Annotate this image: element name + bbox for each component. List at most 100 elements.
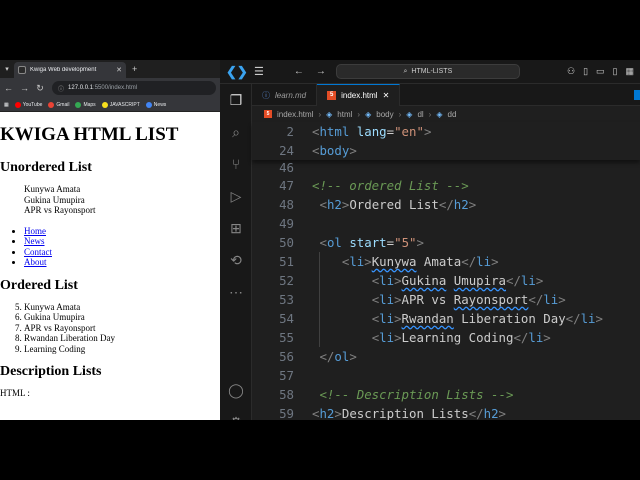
apps-icon[interactable]: ▦ [4,102,9,108]
run-debug-icon[interactable]: ▷ [220,180,252,212]
forward-icon[interactable]: → [20,83,29,93]
toggle-sidebar-icon[interactable]: ▯ [583,66,588,77]
bookmark-label: Maps [83,101,96,108]
link-contact[interactable]: Contact [24,247,52,257]
code-line[interactable]: <h2>Description Lists</h2> [312,406,506,420]
browser-tab-title: Kwiga Web development [30,67,97,73]
gmail-icon [48,101,55,108]
youtube-icon [14,101,21,108]
list-item: Gukina Umupira [24,194,85,205]
breadcrumb-item[interactable]: dl [417,110,423,119]
vscode-logo-icon: ❮❯ [226,63,248,79]
tab-index-html[interactable]: 5 index.html ✕ [317,84,401,106]
search-icon[interactable]: ⌕ [220,116,252,148]
link-about[interactable]: About [24,257,47,267]
tab-search-icon[interactable]: ▾ [0,65,14,73]
more-icon[interactable]: ⋯ [220,276,252,308]
bookmark-youtube[interactable]: YouTube [14,101,42,108]
breadcrumb-item[interactable]: body [376,110,393,119]
description-heading: Description Lists [0,364,102,379]
menu-icon[interactable]: ☰ [254,65,264,78]
favicon-icon [18,66,26,74]
customize-layout-icon[interactable]: ▦ [625,66,634,77]
tab-learn-md[interactable]: ⓘ learn.md [252,84,318,106]
link-news[interactable]: News [24,236,45,246]
bookmark-label: Gmail [56,101,70,108]
bookmark-news[interactable]: News [145,101,166,108]
search-icon: ⌕ [403,67,408,75]
url-host: 127.0.0.1 [68,85,94,91]
forward-icon[interactable]: → [316,66,326,77]
line-number: 50 [279,235,294,250]
code-line[interactable]: <ol start="5"> [312,235,424,250]
address-bar[interactable]: ⓘ 127.0.0.1 :5500/index.html [52,81,216,95]
bookmarks-bar: ▦ YouTube Gmail Maps JAVASCRIPT News [0,98,220,112]
line-number: 59 [279,406,294,420]
reload-icon[interactable]: ↻ [36,83,44,94]
bookmark-javascript[interactable]: JAVASCRIPT [101,101,140,108]
toggle-secondary-sidebar-icon[interactable]: ▯ [613,66,618,77]
activity-bar: ❐ ⌕ ⑂ ▷ ⊞ ⟲ ⋯ ◯ ⚙ [220,84,252,420]
extensions-icon[interactable]: ⊞ [220,212,252,244]
list-item: About [24,257,220,268]
account-icon[interactable]: ◯ [220,374,252,406]
link-list: Home News Contact About [0,226,220,268]
toggle-panel-icon[interactable]: ▭ [596,66,605,77]
copilot-icon[interactable]: ⚇ [567,66,575,77]
close-tab-icon[interactable]: ✕ [383,91,390,100]
code-line[interactable]: <li>APR vs Rayonsport</li> [312,292,566,307]
code-line[interactable]: <li>Kunywa Amata</li> [312,254,499,269]
site-info-icon[interactable]: ⓘ [58,84,64,93]
settings-gear-icon[interactable]: ⚙ [220,406,252,420]
breadcrumb-item[interactable]: dd [448,110,457,119]
command-center-search[interactable]: ⌕ HTML-LISTS [335,64,520,79]
line-number: 52 [279,273,294,288]
remote-explorer-icon[interactable]: ⟲ [220,244,252,276]
vscode-window: ❮❯ ☰ ← → ⌕ HTML-LISTS ⚇ ▯ ▭ ▯ ▦ ❐ ⌕ ⑂ ▷ … [220,60,640,420]
code-line[interactable]: <!-- ordered List --> [312,178,469,193]
breadcrumb-item[interactable]: index.html [277,110,313,119]
bookmark-label: JAVASCRIPT [109,101,140,108]
list-item: Rwandan Liberation Day [24,333,220,344]
code-line[interactable]: <h2>Ordered List</h2> [312,197,476,212]
breadcrumb-item[interactable]: html [337,110,352,119]
new-tab-button[interactable]: + [132,64,137,74]
list-item: Kunywa Amata [24,184,81,194]
code-line[interactable]: </ol> [312,349,356,364]
browser-tab[interactable]: Kwiga Web development ✕ [14,62,126,78]
back-icon[interactable]: ← [4,83,13,93]
indent-guide [319,252,320,347]
page-title: KWIGA HTML LIST [0,124,179,145]
code-line[interactable]: <li>Gukina Umupira</li> [312,273,544,288]
bookmark-maps[interactable]: Maps [75,101,96,108]
link-home[interactable]: Home [24,226,46,236]
list-item: Learning Coding [24,344,220,355]
list-item: APR vs Rayonsport [24,323,220,334]
sticky-scroll[interactable]: 2 <html lang="en"> 24 <body> [252,122,640,160]
code-line[interactable]: <html lang="en"> [312,124,431,139]
line-number: 46 [279,160,294,175]
line-number: 47 [279,178,294,193]
browser-tab-bar: ▾ Kwiga Web development ✕ + [0,60,220,78]
source-control-icon[interactable]: ⑂ [220,148,252,180]
code-editor[interactable]: 2 <html lang="en"> 24 <body> 46 47 <!-- ordere… [252,122,640,420]
browser-toolbar: ← → ↻ ⓘ 127.0.0.1 :5500/index.html [0,78,220,98]
line-number: 58 [279,387,294,402]
back-icon[interactable]: ← [294,66,304,77]
close-tab-icon[interactable]: ✕ [116,66,122,74]
explorer-icon[interactable]: ❐ [220,84,252,116]
ordered-heading: Ordered List [0,277,78,293]
url-path: :5500/index.html [93,85,138,91]
code-line[interactable]: <li>Rwandan Liberation Day</li> [312,311,603,326]
code-line[interactable]: <body> [312,143,357,158]
breadcrumb: 5 index.html › ◈ html › ◈ body › ◈ dl › … [252,106,640,122]
news-icon [145,101,152,108]
code-line[interactable]: <!-- Description Lists --> [312,387,513,402]
list-item: Home [24,226,220,237]
line-number: 53 [279,292,294,307]
chevron-right-icon: › [398,109,402,119]
list-item: News [24,236,220,247]
browser-window: ▾ Kwiga Web development ✕ + ← → ↻ ⓘ 127.… [0,60,220,420]
code-line[interactable]: <li>Learning Coding</li> [312,330,551,345]
bookmark-gmail[interactable]: Gmail [48,101,70,108]
